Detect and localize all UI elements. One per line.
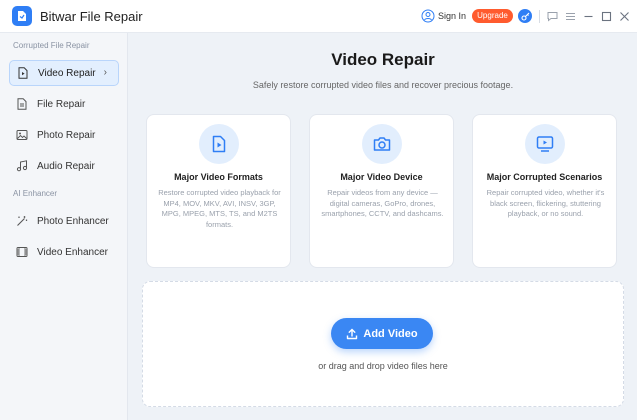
feedback-icon[interactable]	[545, 9, 559, 23]
add-video-button[interactable]: Add Video	[331, 318, 433, 349]
page-subtitle: Safely restore corrupted video files and…	[252, 80, 514, 90]
camera-icon	[362, 124, 402, 164]
sidebar-item-video-enhancer[interactable]: Video Enhancer	[9, 239, 119, 265]
upload-icon	[347, 328, 358, 339]
document-icon	[17, 98, 27, 110]
close-icon[interactable]	[617, 9, 631, 23]
file-dropzone[interactable]: Add Video or drag and drop video files h…	[142, 281, 624, 407]
card-description: Repair videos from any device — digital …	[321, 188, 444, 218]
magic-wand-icon	[17, 216, 28, 226]
sign-in-link[interactable]: Sign In	[438, 11, 466, 21]
sidebar-item-label: Photo Enhancer	[37, 215, 109, 227]
user-icon[interactable]	[421, 9, 435, 23]
sidebar-item-file-repair[interactable]: File Repair	[9, 91, 119, 117]
sidebar-item-label: Audio Repair	[37, 160, 95, 172]
sidebar-item-label: Video Repair	[38, 67, 96, 79]
feature-card-devices: Major Video Device Repair videos from an…	[309, 114, 454, 268]
card-title: Major Video Formats	[174, 172, 263, 182]
music-note-icon	[16, 160, 28, 172]
drop-hint: or drag and drop video files here	[318, 361, 448, 371]
minimize-icon[interactable]	[581, 9, 595, 23]
sidebar-item-video-repair[interactable]: Video Repair ›	[9, 60, 119, 86]
card-description: Repair corrupted video, whether it's bla…	[486, 188, 605, 218]
page-title: Video Repair	[331, 50, 435, 69]
card-title: Major Corrupted Scenarios	[486, 172, 603, 182]
image-icon	[16, 130, 28, 140]
sidebar-item-label: File Repair	[37, 98, 86, 110]
sidebar: Corrupted File Repair Video Repair › Fil…	[0, 33, 128, 420]
app-logo	[12, 6, 32, 26]
sidebar-item-label: Video Enhancer	[37, 246, 108, 258]
maximize-icon[interactable]	[599, 9, 613, 23]
app-title: Bitwar File Repair	[40, 9, 143, 24]
monitor-play-icon	[525, 124, 565, 164]
key-icon[interactable]	[518, 9, 532, 23]
feature-card-scenarios: Major Corrupted Scenarios Repair corrupt…	[472, 114, 617, 268]
title-bar: Bitwar File Repair Sign In Upgrade	[0, 0, 637, 33]
video-file-icon	[18, 67, 28, 79]
main-panel: Video Repair Safely restore corrupted vi…	[129, 33, 637, 420]
titlebar-divider	[539, 10, 540, 23]
film-icon	[16, 247, 28, 257]
sidebar-item-audio-repair[interactable]: Audio Repair	[9, 153, 119, 179]
upgrade-button[interactable]: Upgrade	[472, 9, 513, 23]
section-label-corrupted-file-repair: Corrupted File Repair	[13, 41, 90, 50]
video-file-icon	[199, 124, 239, 164]
chevron-right-icon: ›	[103, 67, 107, 78]
card-title: Major Video Device	[340, 172, 423, 182]
section-label-ai-enhancer: AI Enhancer	[13, 189, 58, 198]
sidebar-item-photo-enhancer[interactable]: Photo Enhancer	[9, 208, 119, 234]
card-description: Restore corrupted video playback for MP4…	[158, 188, 281, 229]
sidebar-item-photo-repair[interactable]: Photo Repair	[9, 122, 119, 148]
menu-icon[interactable]	[563, 9, 577, 23]
add-video-label: Add Video	[363, 327, 418, 340]
sidebar-item-label: Photo Repair	[37, 129, 96, 141]
feature-card-formats: Major Video Formats Restore corrupted vi…	[146, 114, 291, 268]
